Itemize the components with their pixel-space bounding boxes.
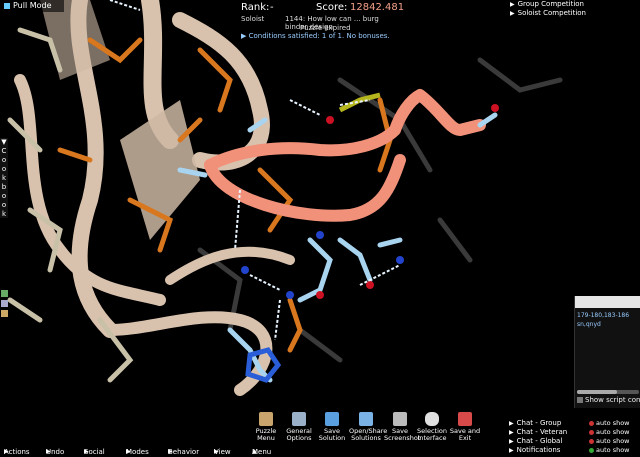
- side-icon-2[interactable]: [1, 300, 8, 307]
- selection-scrollbar[interactable]: [577, 390, 639, 394]
- cookbook-tab[interactable]: ▼ Cookbook: [0, 138, 8, 218]
- selection-panel: 179-180,183-186 sn,qnyd Show script con: [574, 296, 640, 408]
- camera-icon: [393, 412, 407, 426]
- save-solution-button[interactable]: Save Solution: [316, 412, 348, 448]
- selection-sequence: sn,qnyd: [577, 321, 601, 328]
- chat-group[interactable]: ▶ Chat - Group: [509, 419, 561, 428]
- auto-show-toggle-global[interactable]: auto show: [589, 437, 630, 446]
- pull-mode-label: Pull Mode: [13, 1, 52, 10]
- side-icon-1[interactable]: [1, 290, 8, 297]
- bottom-menu-bar: ▶ Actions ▶ Undo ▶ Social ▶ Modes ▶ Behavior …: [0, 447, 500, 457]
- save-and-exit-button[interactable]: Save and Exit: [449, 412, 481, 448]
- status-dot-icon: [589, 438, 594, 444]
- auto-show-toggle-notifications[interactable]: auto show: [589, 446, 630, 455]
- exit-icon: [458, 412, 472, 426]
- conditions-status[interactable]: ▶ Conditions satisfied: 1 of 1. No bonus…: [241, 32, 390, 40]
- general-options-button[interactable]: General Options: [283, 412, 315, 448]
- status-dot-icon: [589, 447, 594, 453]
- side-icon-3[interactable]: [1, 310, 8, 317]
- selection-interface-button[interactable]: Selection Interface: [416, 412, 448, 448]
- rank-value: -: [270, 2, 274, 13]
- player-role: Soloist: [241, 15, 265, 23]
- selection-panel-header[interactable]: [575, 296, 640, 308]
- puzzle-menu-button[interactable]: Puzzle Menu: [250, 412, 282, 448]
- score-value: 12842.481: [350, 2, 405, 13]
- open-share-solutions-button[interactable]: Open/Share Solutions: [349, 412, 387, 448]
- pull-mode-indicator[interactable]: Pull Mode: [0, 0, 64, 12]
- competition-panel: ▶ Group Competition ▶ Soloist Competition: [502, 0, 640, 18]
- protein-viewport[interactable]: [0, 0, 640, 457]
- auto-show-toggle-group[interactable]: auto show: [589, 419, 630, 428]
- auto-show-toggle-veteran[interactable]: auto show: [589, 428, 630, 437]
- chat-global[interactable]: ▶ Chat - Global: [509, 437, 562, 446]
- score-panel: Rank: - Score: 12842.481 Soloist 1144: H…: [238, 0, 405, 44]
- save-screenshot-button[interactable]: Save Screenshot: [384, 412, 420, 448]
- save-icon: [325, 412, 339, 426]
- pull-mode-icon: [4, 2, 10, 9]
- main-toolbar: Puzzle Menu General Options Save Solutio…: [248, 410, 482, 450]
- chat-notifications[interactable]: ▶ Notifications: [509, 446, 560, 455]
- status-dot-icon: [589, 429, 594, 435]
- show-script-checkbox[interactable]: Show script con: [577, 396, 640, 404]
- rank-label: Rank:: [241, 2, 270, 13]
- competition-item-group[interactable]: ▶ Group Competition: [502, 0, 640, 9]
- cookbook-label: Cookbook: [1, 147, 7, 218]
- folder-icon: [359, 412, 373, 426]
- selection-range: 179-180,183-186: [577, 312, 630, 319]
- score-label: Score:: [316, 2, 348, 13]
- mouse-icon: [425, 412, 439, 426]
- chat-panel: ▶ Chat - Group ▶ Chat - Veteran ▶ Chat - Gl…: [505, 419, 640, 457]
- competition-item-soloist[interactable]: ▶ Soloist Competition: [502, 9, 640, 18]
- wrench-icon: [292, 412, 306, 426]
- chat-veteran[interactable]: ▶ Chat - Veteran: [509, 428, 567, 437]
- status-dot-icon: [589, 420, 594, 426]
- puzzle-status: Puzzle expired: [300, 24, 351, 32]
- puzzle-menu-icon: [259, 412, 273, 426]
- conditions-text: Conditions satisfied: 1 of 1. No bonuses…: [248, 32, 390, 40]
- cookbook-arrow-icon: ▼: [1, 138, 7, 146]
